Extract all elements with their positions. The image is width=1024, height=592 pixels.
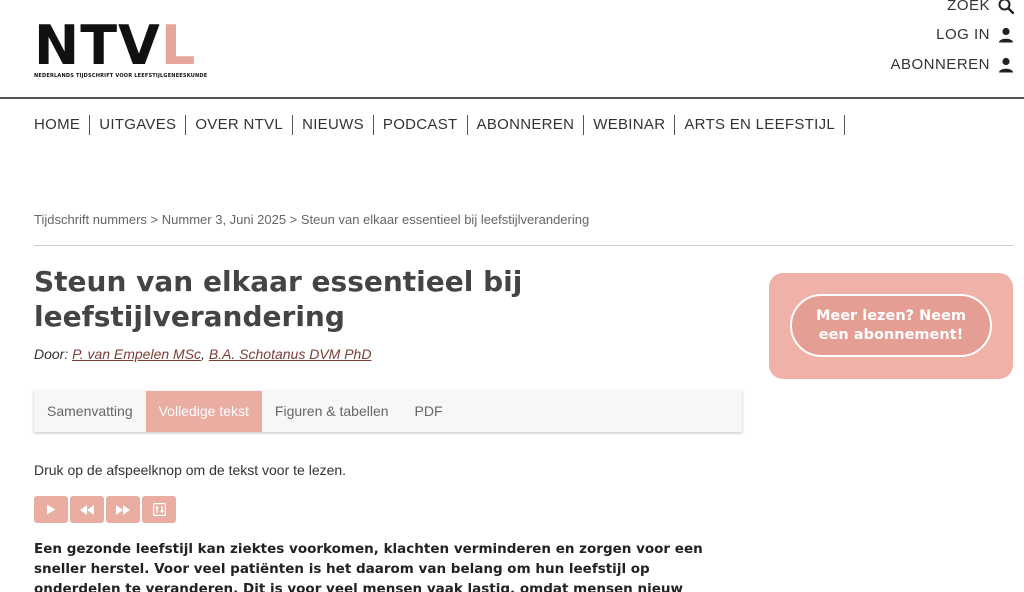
search-icon xyxy=(998,0,1014,14)
nav-item-podcast[interactable]: PODCAST xyxy=(374,115,468,135)
breadcrumb-item-tijdschrift[interactable]: Tijdschrift nummers xyxy=(34,212,147,227)
settings-button[interactable] xyxy=(142,496,176,523)
rewind-button[interactable] xyxy=(70,496,104,523)
authors-separator: , xyxy=(201,346,209,362)
logo-letter-pink: L xyxy=(160,14,197,77)
nav-item-arts-en-leefstijl[interactable]: ARTS EN LEEFSTIJL xyxy=(675,115,846,135)
logo-wordmark: NTV L xyxy=(34,14,197,77)
nav-item-home[interactable]: HOME xyxy=(34,115,91,135)
main-nav: HOME UITGAVES OVER NTVL NIEUWS PODCAST A… xyxy=(34,114,846,136)
breadcrumb-item-current: Steun van elkaar essentieel bij leefstij… xyxy=(300,212,590,227)
breadcrumb: Tijdschrift nummers > Nummer 3, Juni 202… xyxy=(34,212,589,227)
play-icon xyxy=(46,504,56,515)
rewind-icon xyxy=(80,504,94,515)
nav-item-webinar[interactable]: WEBINAR xyxy=(584,115,676,135)
breadcrumb-item-nummer[interactable]: Nummer 3, Juni 2025 xyxy=(162,212,286,227)
breadcrumb-separator: > xyxy=(286,212,301,227)
search-link[interactable]: ZOEK xyxy=(947,0,1014,14)
subscribe-cta-button[interactable]: Meer lezen? Neem een abonnement! xyxy=(790,294,992,357)
search-label: ZOEK xyxy=(947,0,990,14)
nav-item-nieuws[interactable]: NIEUWS xyxy=(293,115,374,135)
ntvl-logo[interactable]: NTV L NEDERLANDS TIJDSCHRIFT VOOR LEEFSTI… xyxy=(34,19,207,82)
login-label: LOG IN xyxy=(936,26,990,43)
authors-by-label: Door: xyxy=(34,346,73,362)
tab-figuren-tabellen[interactable]: Figuren & tabellen xyxy=(262,391,402,432)
login-link[interactable]: LOG IN xyxy=(936,26,1014,43)
logo-tagline: NEDERLANDS TIJDSCHRIFT VOOR LEEFSTIJLGEN… xyxy=(34,73,208,79)
article-tabs: Samenvatting Volledige tekst Figuren & t… xyxy=(34,391,742,432)
logo-letters-dark: NTV xyxy=(34,14,161,77)
read-aloud-player xyxy=(34,496,176,523)
tab-pdf[interactable]: PDF xyxy=(402,391,456,432)
site-header: NTV L NEDERLANDS TIJDSCHRIFT VOOR LEEFSTI… xyxy=(0,0,1024,99)
author-link-schotanus[interactable]: B.A. Schotanus DVM PhD xyxy=(209,346,372,362)
breadcrumb-divider xyxy=(34,245,1013,246)
nav-item-abonneren[interactable]: ABONNEREN xyxy=(468,115,585,135)
article-title: Steun van elkaar essentieel bij leefstij… xyxy=(34,265,523,333)
fast-forward-button[interactable] xyxy=(106,496,140,523)
subscribe-link[interactable]: ABONNEREN xyxy=(890,56,1014,73)
fast-forward-icon xyxy=(116,504,130,515)
subscribe-label: ABONNEREN xyxy=(890,56,990,73)
settings-icon xyxy=(152,503,166,516)
play-button[interactable] xyxy=(34,496,68,523)
nav-item-uitgaves[interactable]: UITGAVES xyxy=(90,115,187,135)
user-icon xyxy=(998,57,1014,73)
article-authors: Door: P. van Empelen MSc, B.A. Schotanus… xyxy=(34,346,371,362)
breadcrumb-separator: > xyxy=(146,212,162,227)
author-link-van-empelen[interactable]: P. van Empelen MSc xyxy=(72,346,201,362)
user-icon xyxy=(998,27,1014,43)
nav-item-over-ntvl[interactable]: OVER NTVL xyxy=(186,115,294,135)
tab-volledige-tekst[interactable]: Volledige tekst xyxy=(145,391,262,432)
subscribe-cta-box: Meer lezen? Neem een abonnement! xyxy=(769,273,1013,379)
read-aloud-instruction: Druk op de afspeelknop om de tekst voor … xyxy=(34,462,347,478)
tab-samenvatting[interactable]: Samenvatting xyxy=(34,391,146,432)
article-lead-paragraph: Een gezonde leefstijl kan ziektes voorko… xyxy=(34,541,703,592)
